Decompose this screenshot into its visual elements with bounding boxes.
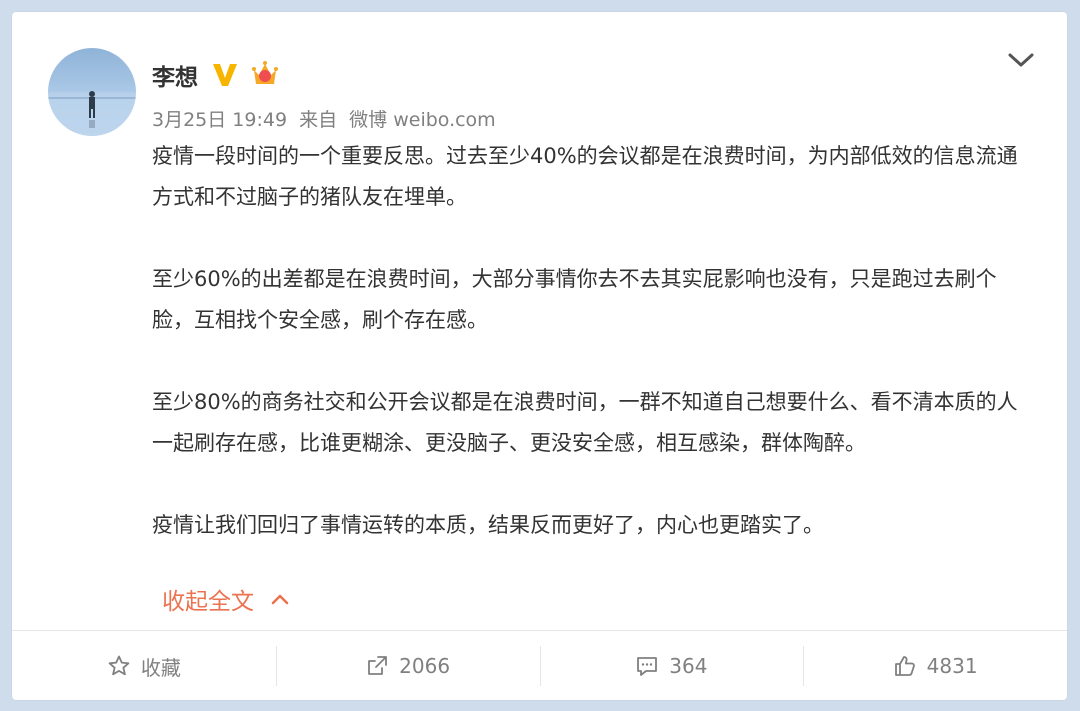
chevron-up-icon	[271, 594, 289, 605]
action-bar: 收藏 2066 364 4831	[12, 630, 1067, 700]
like-count: 4831	[926, 654, 978, 678]
comment-button[interactable]: 364	[539, 631, 804, 700]
post-from-label: 来自	[299, 109, 338, 131]
post-timestamp[interactable]: 3月25日 19:49	[152, 109, 287, 131]
collapse-text-button[interactable]: 收起全文	[162, 582, 290, 616]
crown-badge-icon[interactable]	[250, 58, 280, 88]
post-meta: 3月25日 19:49 来自 微博 weibo.com	[152, 105, 502, 132]
post-paragraph: 至少80%的商务社交和公开会议都是在浪费时间，一群不知道自己想要什么、看不清本质…	[152, 390, 1018, 455]
verified-badge-icon	[213, 64, 237, 86]
repost-button[interactable]: 2066	[275, 631, 540, 700]
like-icon	[894, 656, 915, 676]
favorite-button[interactable]: 收藏	[12, 631, 276, 700]
favorite-label: 收藏	[140, 655, 181, 680]
post-paragraph: 疫情一段时间的一个重要反思。过去至少40%的会议都是在浪费时间，为内部低效的信息…	[152, 144, 1018, 209]
comment-icon	[637, 657, 658, 676]
chevron-down-icon[interactable]	[1005, 48, 1037, 72]
post-content: 疫情一段时间的一个重要反思。过去至少40%的会议都是在浪费时间，为内部低效的信息…	[152, 136, 1032, 587]
post-source[interactable]: 微博 weibo.com	[349, 109, 496, 131]
comment-count: 364	[669, 654, 708, 678]
repost-icon	[368, 656, 388, 675]
weibo-post-card: 李想 3月25日 19:49 来自 微博 weibo.com 疫情一段时间的一个…	[12, 12, 1067, 700]
star-icon	[108, 655, 130, 676]
post-paragraph: 至少60%的出差都是在浪费时间，大部分事情你去不去其实屁影响也没有，只是跑过去刷…	[152, 267, 997, 332]
post-paragraph: 疫情让我们回归了事情运转的本质，结果反而更好了，内心也更踏实了。	[152, 513, 824, 537]
repost-count: 2066	[399, 654, 451, 678]
collapse-label: 收起全文	[162, 589, 254, 615]
username[interactable]: 李想	[152, 58, 198, 92]
avatar[interactable]	[48, 48, 136, 136]
like-button[interactable]: 4831	[803, 631, 1067, 700]
